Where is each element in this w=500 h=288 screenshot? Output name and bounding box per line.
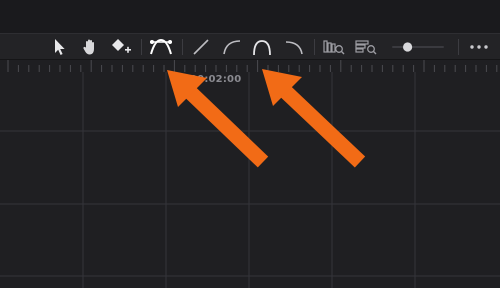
pointer-tool-button[interactable] bbox=[50, 36, 68, 58]
zoom-fit-v-icon bbox=[355, 40, 377, 55]
ruler-timecode-label: 00:02:00 bbox=[190, 74, 242, 85]
zoom-slider-track bbox=[392, 46, 444, 48]
toolbar-divider bbox=[141, 39, 142, 55]
ease-out-curve-icon bbox=[285, 41, 303, 55]
zoom-slider[interactable] bbox=[388, 36, 448, 58]
zoom-to-fit-horizontal-button[interactable] bbox=[322, 36, 346, 58]
graph-grid bbox=[0, 60, 500, 288]
hand-icon bbox=[83, 39, 94, 55]
ease-in-interpolation-button[interactable] bbox=[220, 36, 244, 58]
toolbar-divider bbox=[458, 39, 459, 55]
ease-out-interpolation-button[interactable] bbox=[282, 36, 306, 58]
graph-editor: 00:02:00 bbox=[0, 0, 500, 288]
ease-in-out-interpolation-button[interactable] bbox=[250, 36, 274, 58]
zoom-slider-knob[interactable] bbox=[403, 42, 413, 52]
linear-interpolation-button[interactable] bbox=[190, 36, 212, 58]
ease-in-out-curve-icon bbox=[253, 40, 271, 56]
zoom-fit-h-icon bbox=[323, 40, 345, 55]
bezier-curve-icon bbox=[150, 38, 172, 55]
title-strip bbox=[0, 0, 500, 33]
curve-editor-toolbar bbox=[0, 33, 500, 60]
more-options-button[interactable] bbox=[466, 36, 492, 58]
slider-icon bbox=[392, 42, 444, 52]
add-keyframe-tool-button[interactable] bbox=[108, 36, 134, 58]
bezier-handles-tool-button[interactable] bbox=[148, 36, 174, 58]
linear-line-icon bbox=[193, 39, 209, 55]
ellipsis-icon bbox=[470, 45, 488, 49]
cursor-arrow-icon bbox=[55, 39, 65, 55]
diamond-plus-icon bbox=[112, 39, 131, 53]
zoom-to-fit-vertical-button[interactable] bbox=[354, 36, 378, 58]
hand-tool-button[interactable] bbox=[80, 36, 100, 58]
ease-in-curve-icon bbox=[223, 40, 241, 55]
toolbar-divider bbox=[182, 39, 183, 55]
toolbar-divider bbox=[314, 39, 315, 55]
